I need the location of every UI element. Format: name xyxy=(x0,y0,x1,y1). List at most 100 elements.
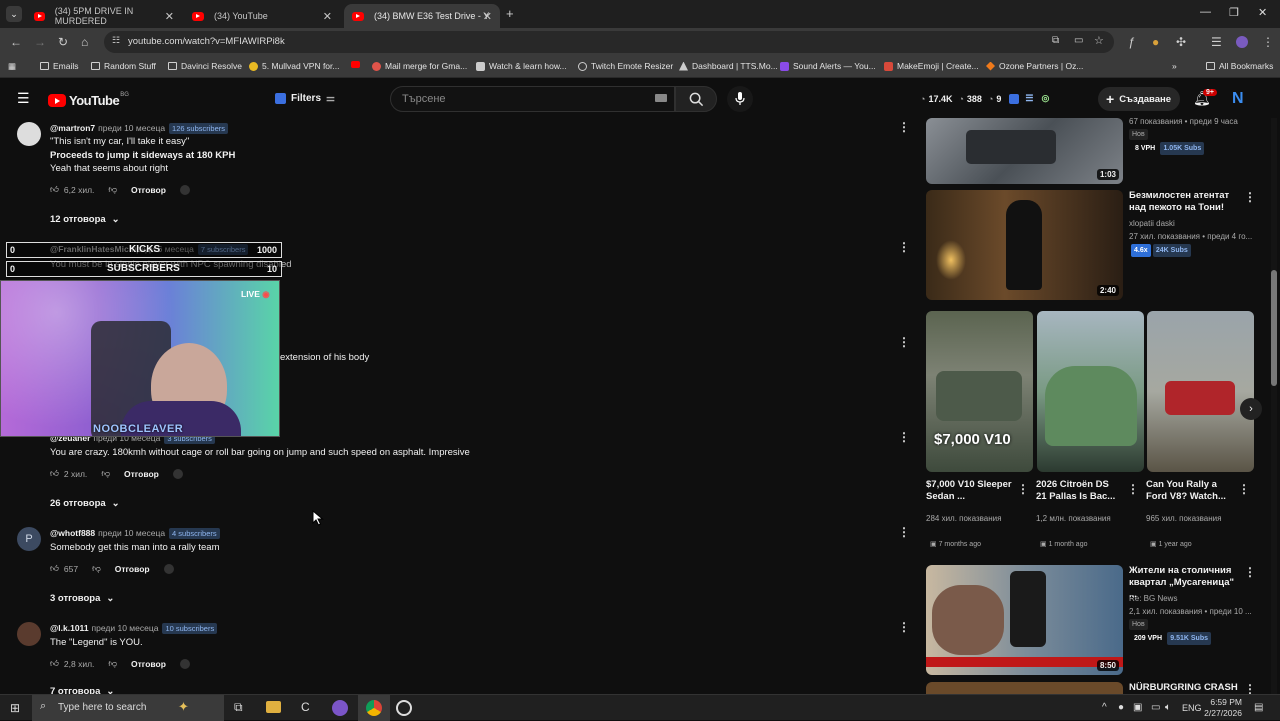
video-thumbnail[interactable] xyxy=(926,682,1123,694)
extensions-puzzle-icon[interactable]: ✣ xyxy=(1176,35,1186,49)
minimize-icon[interactable]: — xyxy=(1200,6,1211,18)
forward-icon[interactable]: → xyxy=(34,35,46,49)
comment-menu-icon[interactable]: ⋮ xyxy=(898,335,910,349)
short-menu-icon[interactable]: ⋮ xyxy=(1238,482,1250,496)
voice-search-button[interactable] xyxy=(727,86,753,112)
target-icon[interactable]: ◎ xyxy=(1041,93,1049,104)
like-icon[interactable]: 👍︎ xyxy=(50,468,59,479)
shorts-next-arrow-icon[interactable]: › xyxy=(1240,398,1262,420)
bookmark-mail-merge[interactable]: Mail merge for Gma... xyxy=(372,61,467,71)
comment-menu-icon[interactable]: ⋮ xyxy=(898,525,910,539)
short-title[interactable]: $7,000 V10 Sleeper Sedan ... xyxy=(926,479,1012,503)
bookmark-star-icon[interactable]: ☆ xyxy=(1094,34,1104,47)
translate-icon[interactable]: ⧉ xyxy=(1052,35,1059,46)
comment-author[interactable]: @l.k.1011 xyxy=(50,623,89,633)
obs-icon[interactable] xyxy=(396,700,412,716)
video-menu-icon[interactable]: ⋮ xyxy=(1244,565,1256,579)
short-title[interactable]: Can You Rally a Ford V8? Watch... xyxy=(1146,479,1232,503)
bookmark-youtube[interactable] xyxy=(351,61,364,68)
tray-chevron-icon[interactable]: ^ xyxy=(1102,702,1107,713)
video-menu-icon[interactable]: ⋮ xyxy=(1244,190,1256,204)
youtube-logo[interactable]: YouTube BG xyxy=(48,92,129,108)
avatar[interactable] xyxy=(17,622,41,646)
replies-toggle[interactable]: 26 отговора ⌄ xyxy=(50,498,120,509)
dislike-icon[interactable]: 👎︎ xyxy=(92,563,101,574)
cast-icon[interactable]: ▭ xyxy=(1074,35,1083,46)
language-indicator[interactable]: ENG xyxy=(1182,703,1202,713)
bookmark-watch-learn[interactable]: Watch & learn how... xyxy=(476,61,567,71)
tab-groups-icon[interactable]: ☰ xyxy=(1211,35,1222,49)
chrome-taskbar-button[interactable] xyxy=(358,695,390,721)
dislike-icon[interactable]: 👎︎ xyxy=(108,658,117,669)
comment-author[interactable]: @martron7 xyxy=(50,123,95,133)
ai-reply-icon[interactable] xyxy=(163,563,174,574)
bookmark-random-stuff[interactable]: Random Stuff xyxy=(91,61,156,71)
profile-avatar-icon[interactable] xyxy=(1236,36,1248,48)
comment-menu-icon[interactable]: ⋮ xyxy=(898,620,910,634)
close-tab-icon[interactable]: ✕ xyxy=(323,10,332,23)
scrollbar-thumb[interactable] xyxy=(1271,270,1277,386)
clock[interactable]: 6:59 PM 2/27/2026 xyxy=(1204,697,1242,719)
notification-center-icon[interactable]: ▤ xyxy=(1254,702,1263,713)
video-thumbnail[interactable]: 1:03 xyxy=(926,118,1123,184)
windows-start-icon[interactable]: ⊞ xyxy=(10,701,20,715)
bookmark-makeemoji[interactable]: MakeEmoji | Create... xyxy=(884,61,979,71)
app-icon[interactable] xyxy=(332,700,348,716)
page-scrollbar[interactable] xyxy=(1271,118,1277,694)
comment-menu-icon[interactable]: ⋮ xyxy=(898,240,910,254)
bookmark-ozone[interactable]: Ozone Partners | Oz... xyxy=(986,61,1083,71)
bookmark-tts[interactable]: Dashboard | TTS.Mo... xyxy=(679,61,778,71)
comment-time[interactable]: преди 10 месеца xyxy=(92,623,159,633)
hamburger-menu-icon[interactable]: ☰ xyxy=(17,90,30,107)
dislike-icon[interactable]: 👎︎ xyxy=(108,184,117,195)
bookmark-mullvad[interactable]: 5. Mullvad VPN for... xyxy=(249,61,339,71)
restore-icon[interactable]: ❐ xyxy=(1229,6,1239,19)
short-title[interactable]: 2026 Citroën DS 21 Pallas Is Bac... xyxy=(1036,479,1122,503)
tray-mic-icon[interactable]: ● xyxy=(1118,702,1124,713)
account-avatar[interactable]: N xyxy=(1232,90,1248,108)
close-window-icon[interactable]: ✕ xyxy=(1258,6,1267,19)
avatar[interactable] xyxy=(17,122,41,146)
short-menu-icon[interactable]: ⋮ xyxy=(1127,482,1139,496)
like-icon[interactable]: 👍︎ xyxy=(50,563,59,574)
like-icon[interactable]: 👍︎ xyxy=(50,184,59,195)
close-tab-icon[interactable]: ✕ xyxy=(165,10,174,23)
ext-badge-icon[interactable] xyxy=(1009,93,1020,104)
more-bookmarks-icon[interactable]: » xyxy=(1172,61,1177,71)
new-tab-button[interactable]: + xyxy=(506,6,514,21)
bookmark-emails[interactable]: Emails xyxy=(40,61,79,71)
file-explorer-icon[interactable] xyxy=(266,701,281,713)
close-tab-icon[interactable]: ✕ xyxy=(483,10,492,23)
tab-search-icon[interactable]: ⌄ xyxy=(6,6,22,22)
browser-menu-icon[interactable]: ⋮ xyxy=(1262,35,1274,49)
video-thumbnail[interactable]: 8:50 xyxy=(926,565,1123,675)
short-thumbnail[interactable] xyxy=(1037,311,1144,472)
dislike-icon[interactable]: 👎︎ xyxy=(101,468,110,479)
like-icon[interactable]: 👍︎ xyxy=(50,658,59,669)
all-bookmarks[interactable]: All Bookmarks xyxy=(1206,61,1273,71)
reply-button[interactable]: Отговор xyxy=(124,469,159,479)
network-icon[interactable]: ▭ xyxy=(1151,702,1160,713)
tab-bmw-e36[interactable]: (34) BMW E36 Test Drive - Y ✕ xyxy=(344,4,500,28)
comment-author[interactable]: @whotf888 xyxy=(50,528,95,538)
comment-menu-icon[interactable]: ⋮ xyxy=(898,120,910,134)
keyboard-icon[interactable] xyxy=(655,94,667,102)
address-field[interactable]: ☷ youtube.com/watch?v=MFIAWIRPi8k ⧉ ▭ ☆ xyxy=(104,31,1114,53)
ai-reply-icon[interactable] xyxy=(179,658,190,669)
apps-grid-icon[interactable]: ▦ xyxy=(8,61,16,72)
replies-toggle[interactable]: 3 отговора ⌄ xyxy=(50,593,114,604)
app-c-icon[interactable]: C xyxy=(301,700,310,714)
tray-app-icon[interactable]: ▣ xyxy=(1133,702,1142,713)
search-button[interactable] xyxy=(675,86,717,112)
comment-time[interactable]: преди 10 месеца xyxy=(98,528,165,538)
reload-icon[interactable]: ↻ xyxy=(58,35,68,49)
avatar[interactable]: P xyxy=(17,527,41,551)
ai-reply-icon[interactable] xyxy=(179,184,190,195)
video-title[interactable]: NÜRBURGRING CRASH xyxy=(1129,682,1241,694)
create-button[interactable]: + Създаване xyxy=(1098,87,1180,111)
search-input[interactable]: Търсене xyxy=(390,86,675,112)
video-title[interactable]: Безмилостен атентат над пежото на Тони! xyxy=(1129,190,1241,214)
tab-youtube[interactable]: (34) YouTube ✕ xyxy=(184,4,340,28)
volume-icon[interactable]: 🔈︎ xyxy=(1165,702,1171,713)
ai-reply-icon[interactable] xyxy=(172,468,183,479)
